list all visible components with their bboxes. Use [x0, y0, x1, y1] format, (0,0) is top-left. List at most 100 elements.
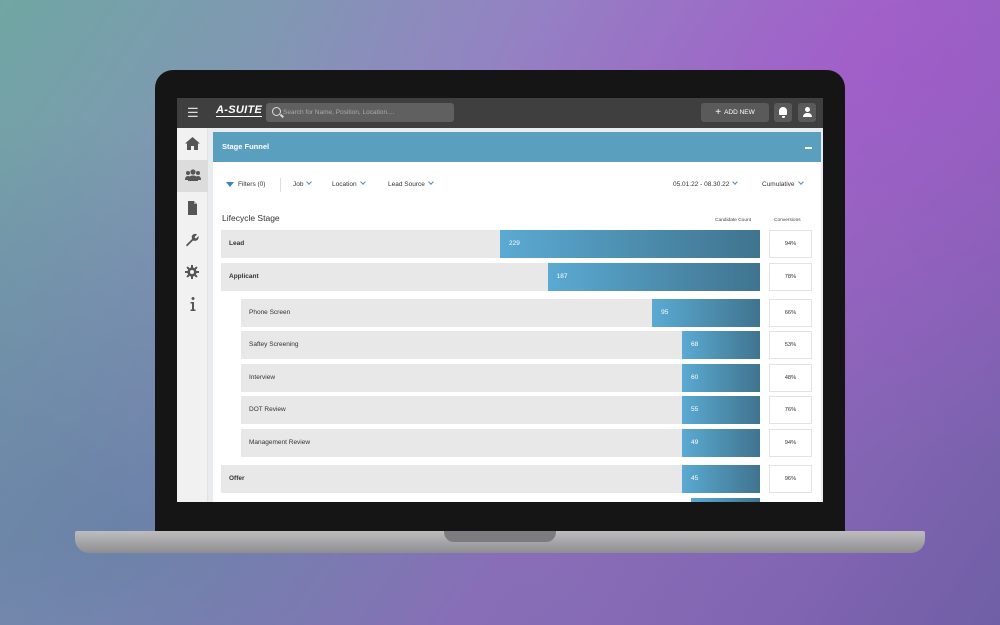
- add-new-button[interactable]: + ADD NEW: [701, 103, 769, 122]
- count-bar: [691, 498, 760, 502]
- count-value: 60: [691, 374, 699, 381]
- funnel-row[interactable]: Management Review 49: [241, 429, 760, 457]
- add-new-label: ADD NEW: [724, 109, 755, 116]
- filters-button[interactable]: Filters (0): [226, 180, 265, 190]
- conversions-header: Conversions: [774, 218, 801, 223]
- funnel-row[interactable]: Phone Screen 95: [241, 299, 760, 327]
- stage-label: Management Review: [249, 439, 311, 446]
- search-box[interactable]: [266, 103, 454, 122]
- job-dropdown[interactable]: Job: [293, 179, 313, 190]
- hamburger-icon[interactable]: ☰: [187, 105, 199, 121]
- section-title: Lifecycle Stage: [222, 213, 280, 223]
- conversion-value: 78%: [769, 263, 812, 291]
- count-value: 229: [509, 240, 520, 247]
- sidebar-item-info[interactable]: [177, 288, 208, 320]
- stage-label: Phone Screen: [249, 309, 291, 316]
- info-icon: [190, 297, 196, 311]
- user-icon-body: [802, 113, 812, 117]
- chevron-down-icon: [428, 179, 434, 185]
- filters-label: Filters (0): [238, 181, 266, 188]
- location-dropdown[interactable]: Location: [332, 179, 366, 190]
- mode-label: Cumulative: [762, 181, 795, 188]
- lead-source-dropdown[interactable]: Lead Source: [388, 179, 434, 190]
- funnel-row[interactable]: DOT Review 55: [241, 396, 760, 424]
- logo: A-SUITE: [216, 104, 263, 117]
- funnel-row[interactable]: Applicant 187: [221, 263, 760, 291]
- funnel-row-partial: [691, 498, 760, 502]
- funnel-track: [221, 465, 760, 493]
- app-screen: ☰ A-SUITE +ADD NEW: [177, 98, 823, 502]
- job-label: Job: [293, 181, 304, 188]
- count-value: 187: [556, 273, 568, 280]
- sidebar-item-documents[interactable]: [177, 192, 208, 224]
- conversion-value: 66%: [769, 299, 812, 327]
- conversion-value: 76%: [769, 396, 812, 424]
- home-icon: [185, 137, 200, 150]
- conversion-value: 53%: [769, 331, 812, 359]
- filter-bar: Filters (0) Job Location Lead Source 05.…: [213, 174, 821, 194]
- main-content: Stage Funnel Filters (0) Job Location Le…: [208, 128, 823, 502]
- count-bar: 55: [682, 396, 760, 424]
- funnel-row[interactable]: Lead 229: [221, 230, 760, 258]
- count-bar: 49: [682, 429, 760, 457]
- wrench-icon: [186, 233, 199, 247]
- count-value: 49: [691, 439, 699, 446]
- laptop-notch: [444, 531, 556, 542]
- stage-label: Applicant: [229, 273, 259, 280]
- count-bar: 45: [682, 465, 760, 493]
- search-icon: [272, 107, 281, 116]
- sidebar-item-candidates[interactable]: [177, 160, 208, 192]
- funnel-row[interactable]: Interview 60: [241, 364, 760, 392]
- stage-label: Saftey Screening: [249, 341, 299, 348]
- funnel-row[interactable]: Offer 45: [221, 465, 760, 493]
- lead-source-label: Lead Source: [388, 181, 425, 188]
- top-bar: ☰ A-SUITE +ADD NEW: [177, 98, 823, 128]
- candidate-count-header: Candidate Count: [715, 218, 752, 223]
- chevron-down-icon: [306, 179, 313, 185]
- count-value: 55: [691, 406, 699, 413]
- sidebar: [177, 128, 208, 502]
- count-bar: 68: [682, 331, 760, 359]
- stage-label: Interview: [249, 374, 276, 381]
- plus-icon: +: [715, 107, 722, 118]
- users-icon: [185, 169, 201, 181]
- mode-dropdown[interactable]: Cumulative: [762, 179, 804, 190]
- date-range-label: 05.01.22 - 08.30.22: [673, 181, 730, 188]
- filter-icon: [226, 182, 234, 187]
- date-range-dropdown[interactable]: 05.01.22 - 08.30.22: [673, 179, 739, 190]
- document-icon: [188, 201, 197, 215]
- search-input[interactable]: [283, 105, 451, 120]
- notifications-button[interactable]: [774, 103, 792, 122]
- card-title: Stage Funnel: [222, 142, 270, 151]
- chevron-down-icon: [797, 179, 804, 185]
- conversion-value: 94%: [769, 230, 812, 258]
- funnel-row[interactable]: Saftey Screening 68: [241, 331, 760, 359]
- count-value: 45: [691, 475, 699, 482]
- stage-label: DOT Review: [249, 406, 286, 413]
- count-bar: 187: [547, 263, 760, 291]
- count-value: 95: [661, 309, 669, 316]
- gear-icon: [185, 265, 199, 279]
- sidebar-item-home[interactable]: [177, 128, 208, 160]
- chevron-down-icon: [732, 179, 739, 185]
- profile-button[interactable]: [798, 103, 816, 122]
- minus-icon[interactable]: [805, 147, 812, 149]
- count-value: 68: [691, 341, 699, 348]
- conversion-value: 94%: [769, 429, 812, 457]
- count-bar: 229: [500, 230, 760, 258]
- count-bar: 95: [652, 299, 760, 327]
- chevron-down-icon: [359, 179, 366, 185]
- filter-divider: [280, 178, 281, 192]
- stage-label: Lead: [229, 240, 245, 247]
- card-header: Stage Funnel: [213, 132, 821, 162]
- user-icon: [804, 107, 810, 112]
- bell-icon: [779, 107, 787, 118]
- conversion-value: 96%: [769, 465, 812, 493]
- location-label: Location: [332, 181, 357, 188]
- sidebar-item-settings[interactable]: [177, 256, 208, 288]
- conversion-value: 48%: [769, 364, 812, 392]
- stage-label: Offer: [229, 475, 245, 482]
- count-bar: 60: [682, 364, 760, 392]
- stage-funnel-card: Stage Funnel Filters (0) Job Location Le…: [213, 132, 821, 502]
- sidebar-item-tools[interactable]: [177, 224, 208, 256]
